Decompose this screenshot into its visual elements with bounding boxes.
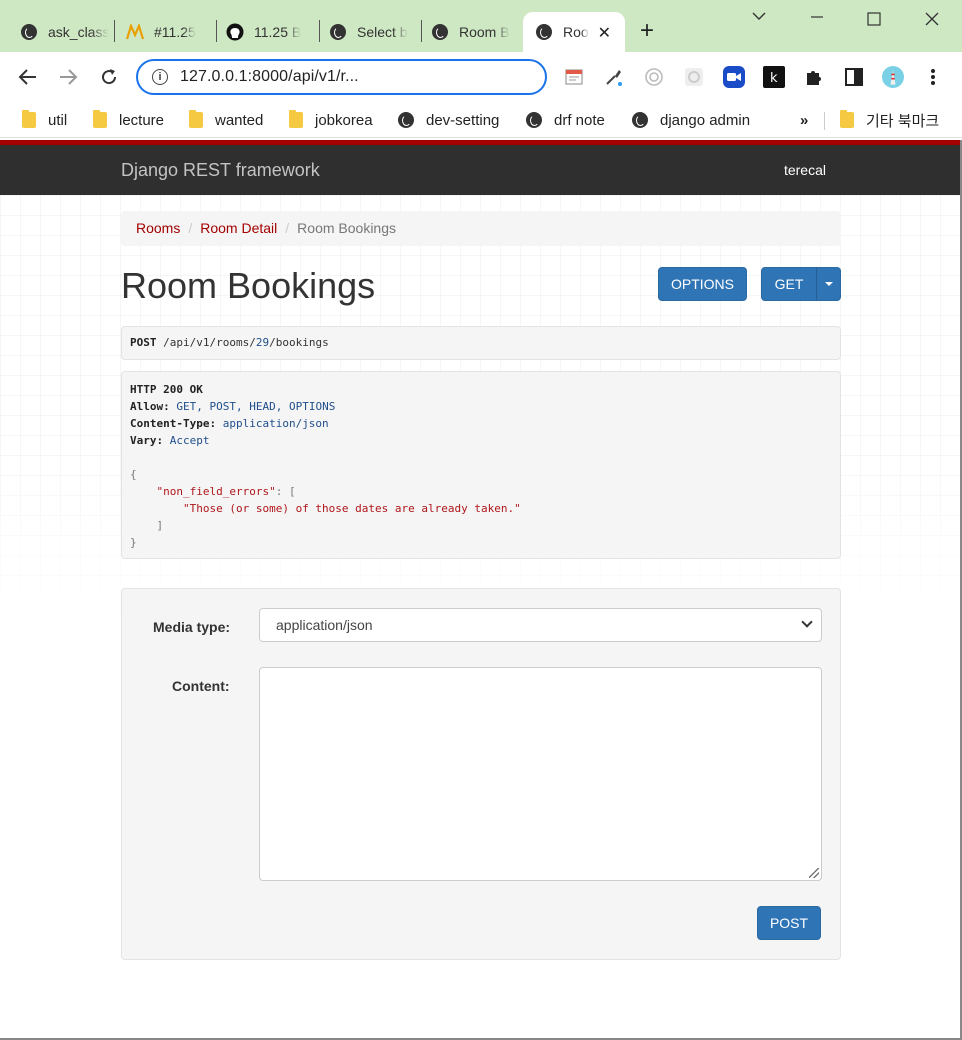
- new-tab-button[interactable]: +: [640, 19, 654, 43]
- extension-k-icon[interactable]: k: [763, 66, 785, 88]
- get-format-dropdown[interactable]: [816, 267, 841, 301]
- tab-search-icon[interactable]: [752, 8, 766, 26]
- raw-data-form: Media type: application/json Content: PO…: [121, 588, 841, 960]
- resize-grip-icon[interactable]: [809, 868, 819, 878]
- user-menu[interactable]: terecal: [784, 162, 826, 178]
- extension-target-icon[interactable]: [643, 66, 665, 88]
- globe-icon: [535, 23, 553, 41]
- breadcrumb-room-detail[interactable]: Room Detail: [200, 220, 277, 236]
- options-button[interactable]: OPTIONS: [658, 267, 747, 301]
- globe-icon: [329, 23, 347, 41]
- response-info: HTTP 200 OK Allow: GET, POST, HEAD, OPTI…: [121, 371, 841, 559]
- bookmark-jobkorea[interactable]: jobkorea: [289, 108, 373, 132]
- menu-kebab-icon[interactable]: [922, 66, 944, 88]
- folder-icon: [289, 110, 303, 128]
- eyedropper-icon[interactable]: [603, 66, 625, 88]
- bookmark-wanted[interactable]: wanted: [189, 108, 263, 132]
- brand-m-icon: [126, 23, 144, 41]
- breadcrumb-rooms[interactable]: Rooms: [136, 220, 180, 236]
- caret-down-icon: [824, 282, 833, 286]
- extension-gear-icon[interactable]: [683, 66, 705, 88]
- brand-link[interactable]: Django REST framework: [121, 160, 320, 181]
- globe-icon: [398, 112, 414, 128]
- address-bar[interactable]: i 127.0.0.1:8000/api/v1/r...: [136, 59, 547, 95]
- folder-icon: [840, 110, 854, 128]
- breadcrumb-current: Room Bookings: [297, 220, 396, 236]
- svg-text:k: k: [770, 71, 778, 86]
- bookmark-django-admin[interactable]: django admin: [632, 108, 750, 132]
- minimize-icon[interactable]: [810, 9, 824, 28]
- browser-tab-3[interactable]: 11.25 B: [206, 12, 318, 52]
- breadcrumb: Rooms / Room Detail / Room Bookings: [121, 211, 841, 246]
- folder-icon: [93, 110, 107, 128]
- drf-navbar: Django REST framework terecal: [0, 145, 962, 195]
- folder-icon: [22, 110, 36, 128]
- reload-icon[interactable]: [96, 64, 122, 90]
- bookmark-other[interactable]: 기타 북마크: [840, 108, 939, 132]
- page-title: Room Bookings: [121, 265, 376, 306]
- media-type-select[interactable]: application/json: [259, 608, 822, 642]
- tab-title: #11.25: [154, 24, 196, 40]
- extensions-puzzle-icon[interactable]: [803, 66, 825, 88]
- get-button[interactable]: GET: [761, 267, 817, 301]
- close-window-icon[interactable]: [925, 12, 939, 31]
- github-icon: [226, 23, 244, 41]
- browser-toolbar: i 127.0.0.1:8000/api/v1/r... G: [0, 52, 962, 137]
- url-text: 127.0.0.1:8000/api/v1/r...: [180, 68, 359, 85]
- browser-chrome: ask_class #11.25 11.25 B Select b Room B: [0, 0, 962, 140]
- maximize-icon[interactable]: [867, 12, 881, 31]
- globe-icon: [632, 112, 648, 128]
- main-content: Rooms / Room Detail / Room Bookings Room Boo…: [0, 195, 962, 1040]
- folder-icon: [189, 110, 203, 128]
- bookmark-drf-note[interactable]: drf note: [526, 108, 605, 132]
- browser-tab-4[interactable]: Select b: [309, 12, 421, 52]
- request-info: POST /api/v1/rooms/29/bookings: [121, 326, 841, 360]
- bookmarks-bar: util lecture wanted jobkorea dev-setting…: [0, 102, 962, 138]
- tab-title: 11.25 B: [254, 24, 302, 40]
- tab-title: ask_class: [48, 24, 110, 40]
- tab-title: Roo: [563, 24, 589, 40]
- side-panel-icon[interactable]: [843, 66, 865, 88]
- browser-tab-active[interactable]: Roo ✕: [523, 12, 625, 52]
- browser-tab-1[interactable]: ask_class: [0, 12, 113, 52]
- browser-tab-5[interactable]: Room B: [411, 12, 523, 52]
- tab-title: Room B: [459, 24, 510, 40]
- site-info-icon[interactable]: i: [152, 69, 168, 85]
- extension-notes-icon[interactable]: [563, 66, 585, 88]
- browser-tab-2[interactable]: #11.25: [106, 12, 216, 52]
- bookmark-dev-setting[interactable]: dev-setting: [398, 108, 499, 132]
- forward-icon[interactable]: [55, 64, 81, 90]
- profile-avatar-icon[interactable]: [882, 66, 904, 88]
- globe-icon: [526, 112, 542, 128]
- tab-title: Select b: [357, 24, 408, 40]
- close-tab-icon[interactable]: ✕: [598, 23, 611, 43]
- post-button[interactable]: POST: [757, 906, 821, 940]
- globe-icon: [431, 23, 449, 41]
- content-textarea[interactable]: [259, 667, 822, 881]
- chevron-down-icon: [801, 616, 813, 628]
- bookmark-lecture[interactable]: lecture: [93, 108, 164, 132]
- bookmark-util[interactable]: util: [22, 108, 67, 132]
- tab-strip: ask_class #11.25 11.25 B Select b Room B: [0, 0, 962, 52]
- content-label: Content:: [172, 678, 230, 694]
- back-icon[interactable]: [15, 64, 41, 90]
- zoom-video-icon[interactable]: [723, 66, 745, 88]
- globe-icon: [20, 23, 38, 41]
- bookmarks-overflow-button[interactable]: »: [800, 108, 808, 132]
- media-type-label: Media type:: [153, 619, 231, 635]
